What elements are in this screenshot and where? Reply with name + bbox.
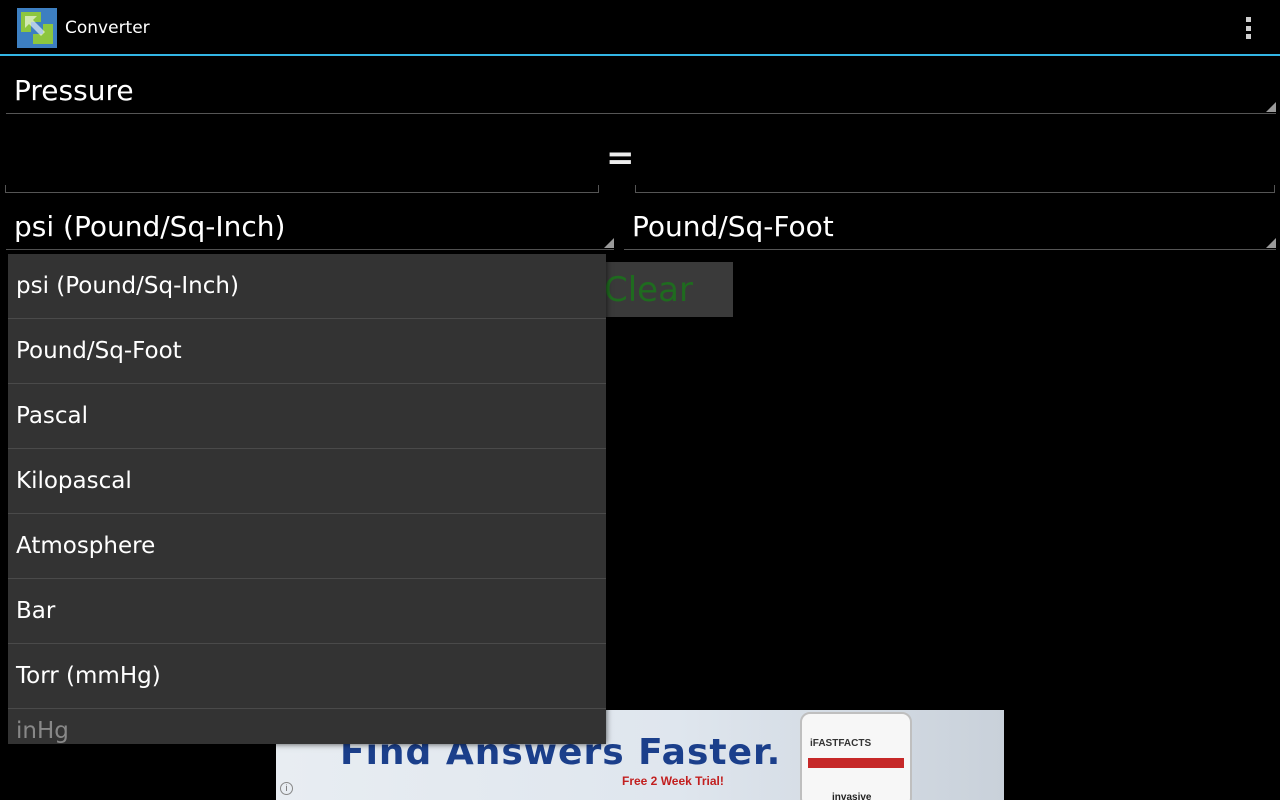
clear-button-label: Clear	[604, 269, 693, 310]
equals-sign: =	[606, 138, 635, 178]
action-bar: Converter	[0, 0, 1280, 56]
from-unit-dropdown: psi (Pound/Sq-Inch) Pound/Sq-Foot Pascal…	[8, 254, 606, 744]
ad-phone-brand: iFASTFACTS	[810, 738, 872, 749]
converter-app-icon[interactable]	[17, 8, 57, 48]
spinner-arrow-icon	[1266, 102, 1276, 112]
from-unit-value: psi (Pound/Sq-Inch)	[14, 210, 286, 243]
info-icon[interactable]: i	[280, 782, 293, 795]
category-spinner-value: Pressure	[14, 74, 134, 107]
dropdown-item[interactable]: Pound/Sq-Foot	[8, 319, 606, 384]
dropdown-item[interactable]: Kilopascal	[8, 449, 606, 514]
action-bar-divider	[0, 54, 1280, 56]
spinner-arrow-icon	[604, 238, 614, 248]
overflow-menu-icon[interactable]	[1236, 14, 1260, 42]
dropdown-item[interactable]: Bar	[8, 579, 606, 644]
from-value-input[interactable]	[5, 163, 599, 193]
from-unit-spinner[interactable]: psi (Pound/Sq-Inch)	[6, 204, 614, 250]
ad-subline: Free 2 Week Trial!	[622, 774, 724, 788]
ad-phone-image: iFASTFACTS invasive	[800, 712, 912, 800]
dropdown-item[interactable]: Atmosphere	[8, 514, 606, 579]
dropdown-item[interactable]: Pascal	[8, 384, 606, 449]
category-spinner[interactable]: Pressure	[6, 68, 1276, 114]
to-unit-value: Pound/Sq-Foot	[632, 210, 834, 243]
dropdown-item[interactable]: Torr (mmHg)	[8, 644, 606, 709]
to-value-input[interactable]	[635, 163, 1275, 193]
dropdown-item[interactable]: inHg	[8, 709, 606, 744]
category-spinner-underline	[6, 113, 1276, 114]
spinner-arrow-icon	[1266, 238, 1276, 248]
to-unit-spinner[interactable]: Pound/Sq-Foot	[624, 204, 1276, 250]
clear-button[interactable]: Clear	[600, 262, 733, 317]
dropdown-item[interactable]: psi (Pound/Sq-Inch)	[8, 254, 606, 319]
app-title: Converter	[65, 18, 150, 38]
ad-phone-word: invasive	[832, 792, 872, 800]
